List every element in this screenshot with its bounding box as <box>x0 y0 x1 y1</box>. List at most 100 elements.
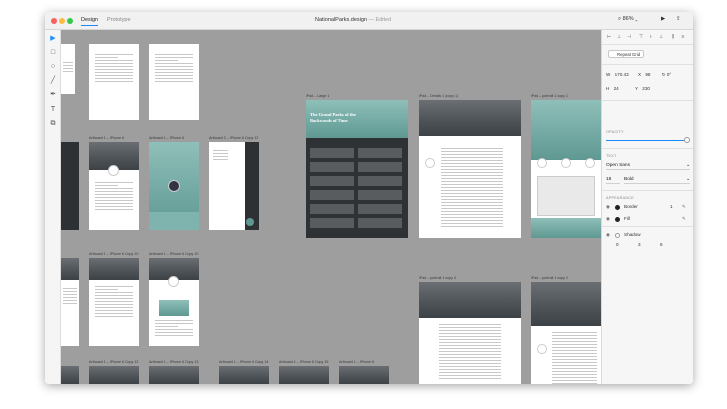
artboard[interactable] <box>149 142 199 230</box>
artboard[interactable]: The Grand Parks of the Backwoods of Time <box>306 100 408 238</box>
divider <box>602 100 693 101</box>
artboard-label: iPad – Details 1 (copy 1) <box>419 94 459 98</box>
pen-tool-icon[interactable]: ✒ <box>48 90 58 100</box>
select-tool-icon[interactable]: ▶ <box>48 34 58 44</box>
artboard[interactable] <box>149 366 199 384</box>
artboard[interactable] <box>89 142 139 230</box>
tab-design[interactable]: Design <box>81 17 99 26</box>
font-family-select[interactable]: Open Sans ⌄ <box>606 161 690 170</box>
eye-icon[interactable]: ◉ <box>606 204 610 210</box>
artboard[interactable] <box>339 366 389 384</box>
divider <box>602 64 693 65</box>
align-right-icon[interactable]: ⊣ <box>626 34 632 40</box>
text-tool-icon[interactable]: T <box>48 105 58 115</box>
font-weight-select[interactable]: Bold ⌄ <box>624 175 690 184</box>
artboard-tool-icon[interactable]: ⧉ <box>48 119 58 129</box>
share-button[interactable]: ⇪ <box>676 16 681 22</box>
font-weight-value: Bold <box>624 177 634 182</box>
distribute-horizontal-icon[interactable]: ⫼ <box>670 34 676 40</box>
artboard-label: Artboard 1 – iPhone 6 <box>149 136 184 140</box>
rotation-icon: ↻ <box>661 72 666 77</box>
eye-icon[interactable]: ◉ <box>606 232 610 238</box>
font-family-value: Open Sans <box>606 163 631 168</box>
eyedropper-icon[interactable]: ✎ <box>682 216 686 222</box>
border-color-swatch[interactable] <box>615 205 620 210</box>
border-width-field[interactable]: 1 <box>670 204 676 209</box>
artboard[interactable] <box>279 366 329 384</box>
artboard-label: Artboard 1 – iPhone 6 Copy 13 <box>149 360 199 364</box>
shadow-blur-field[interactable]: 6 <box>660 242 668 247</box>
align-middle-icon[interactable]: ⊦ <box>648 34 654 40</box>
align-bottom-icon[interactable]: ⊥ <box>658 34 664 40</box>
chevron-down-icon: ⌄ <box>685 177 690 182</box>
minimize-window-button[interactable] <box>59 18 65 24</box>
rotation-field[interactable]: 0° <box>667 72 671 77</box>
distribute-vertical-icon[interactable]: ≡ <box>680 34 686 40</box>
edit-status: — Edited <box>368 17 392 23</box>
artboard[interactable] <box>61 258 79 346</box>
property-inspector: ⊢ ⊥ ⊣ ⊤ ⊦ ⊥ ⫼ ≡ Repeat Grid W 170.43 X 9… <box>601 30 693 384</box>
artboard[interactable] <box>219 366 269 384</box>
artboard[interactable] <box>61 366 79 384</box>
size-position-row-2: H 24 Y 230 <box>606 86 690 91</box>
repeat-grid-label: Repeat Grid <box>617 52 641 57</box>
artboard[interactable] <box>89 366 139 384</box>
opacity-slider-handle[interactable] <box>684 137 690 143</box>
height-field[interactable]: 24 <box>614 86 619 91</box>
artboard[interactable] <box>89 44 139 120</box>
width-field[interactable]: 170.43 <box>615 72 629 77</box>
artboard[interactable] <box>419 282 521 384</box>
x-field[interactable]: 98 <box>645 72 650 77</box>
divider <box>602 44 693 45</box>
maximize-window-button[interactable] <box>67 18 73 24</box>
tools-panel: ▶ □ ○ ╱ ✒ T ⧉ <box>45 30 61 384</box>
artboard[interactable] <box>419 100 521 238</box>
artboard[interactable] <box>61 142 79 230</box>
tab-prototype[interactable]: Prototype <box>107 17 131 23</box>
artboard-label: iPad – portrait 1 copy 1 <box>531 94 568 98</box>
artboard-label: iPad – portrait 1 copy 4 <box>419 276 456 280</box>
artboard[interactable] <box>209 142 259 230</box>
repeat-grid-button[interactable]: Repeat Grid <box>608 50 644 58</box>
appearance-section-label: APPEARANCE <box>606 196 634 200</box>
border-label: Border <box>624 204 638 209</box>
zoom-control[interactable]: ⌕ 86% ⌄ <box>618 16 638 23</box>
x-label: X <box>637 72 642 77</box>
artboard[interactable] <box>531 100 601 238</box>
shadow-x-field[interactable]: 0 <box>616 242 624 247</box>
hero-heading: The Grand Parks of the <box>310 112 356 117</box>
ellipse-tool-icon[interactable]: ○ <box>48 62 58 72</box>
artboard[interactable] <box>149 44 199 120</box>
zoom-level: 86% <box>622 16 634 22</box>
shadow-color-swatch[interactable] <box>615 233 620 238</box>
opacity-slider-track[interactable] <box>606 140 688 141</box>
hero-heading-line-2: Backwoods of Time <box>310 118 348 123</box>
width-label: W <box>606 72 611 77</box>
font-size-field[interactable]: 18 <box>606 175 620 184</box>
app-window: Design Prototype NationalParks.design — … <box>45 12 693 384</box>
eyedropper-icon[interactable]: ✎ <box>682 204 686 210</box>
rectangle-tool-icon[interactable]: □ <box>48 48 58 58</box>
fill-label: Fill <box>624 216 630 221</box>
y-field[interactable]: 230 <box>642 86 650 91</box>
shadow-label: Shadow <box>624 232 641 237</box>
artboard[interactable] <box>149 258 199 346</box>
fill-color-swatch[interactable] <box>615 217 620 222</box>
play-preview-button[interactable]: ▶ <box>661 16 665 22</box>
eye-icon[interactable]: ◉ <box>606 216 610 222</box>
artboard[interactable] <box>61 44 75 94</box>
close-window-button[interactable] <box>51 18 57 24</box>
align-center-icon[interactable]: ⊥ <box>616 34 622 40</box>
align-left-icon[interactable]: ⊢ <box>606 34 612 40</box>
shadow-y-field[interactable]: 3 <box>638 242 646 247</box>
chevron-down-icon: ⌄ <box>635 16 638 22</box>
artboard[interactable] <box>531 282 601 384</box>
y-label: Y <box>635 86 638 91</box>
line-tool-icon[interactable]: ╱ <box>48 76 58 86</box>
artboard-label: iPad – portrait 1 copy 2 <box>531 276 568 280</box>
artboard[interactable] <box>89 258 139 346</box>
align-top-icon[interactable]: ⊤ <box>638 34 644 40</box>
design-canvas[interactable]: Artboard 1 – iPhone 6 Artboard 1 – iPhon… <box>61 30 601 384</box>
artboard-label: Artboard 2 – iPhone 6 Copy 12 <box>209 136 259 140</box>
artboard-label: Artboard 1 – iPhone 6 Copy 14 <box>219 360 269 364</box>
